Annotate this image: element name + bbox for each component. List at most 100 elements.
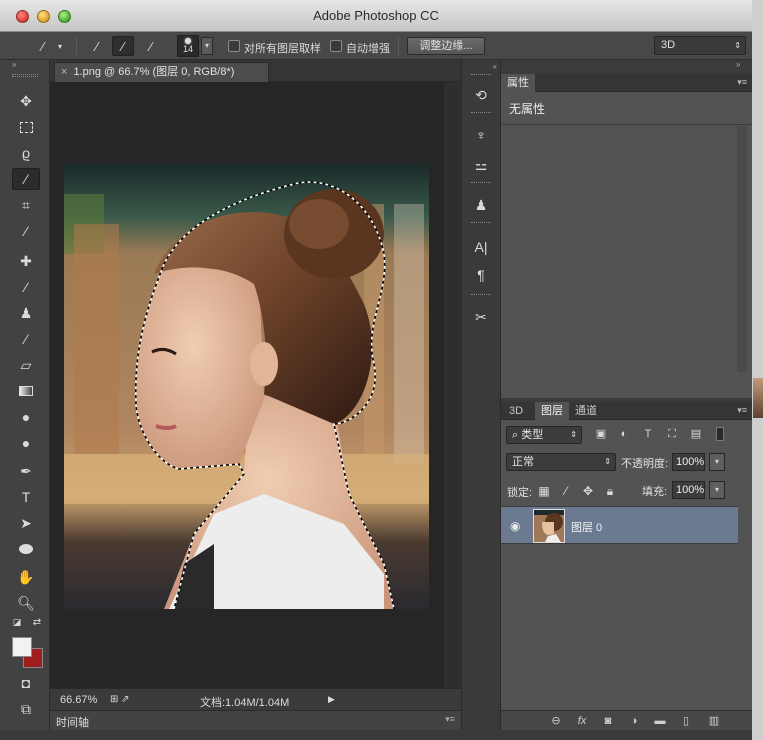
adjustments-icon[interactable]: ⚍ bbox=[469, 154, 493, 176]
blend-mode-select[interactable]: 正常 ⇕ bbox=[506, 453, 616, 471]
crop-icon[interactable]: ⌗ bbox=[12, 194, 40, 216]
document-tab[interactable]: × 1.png @ 66.7% (图层 0, RGB/8*) bbox=[54, 62, 269, 82]
tab-channels[interactable]: 通道 bbox=[569, 402, 603, 420]
tab-3d[interactable]: 3D bbox=[503, 402, 529, 420]
filter-toggle-icon[interactable] bbox=[716, 427, 724, 441]
fill-input[interactable]: 100% bbox=[672, 481, 705, 499]
paragraph-panel-icon[interactable]: ¶ bbox=[469, 264, 493, 286]
new-selection-brush-icon[interactable]: ⁄ bbox=[86, 36, 108, 56]
type-icon[interactable]: T bbox=[12, 486, 40, 508]
collapse-panels-icon[interactable]: » bbox=[736, 60, 740, 69]
vertical-scrollbar[interactable] bbox=[444, 82, 461, 688]
hand-icon[interactable]: ✋ bbox=[12, 566, 40, 588]
swap-colors-icon[interactable]: ⇄ bbox=[30, 616, 44, 628]
chevron-down-icon[interactable]: ▾ bbox=[54, 36, 66, 56]
status-icons[interactable]: ⊞ ⇗ bbox=[110, 694, 130, 705]
refine-edge-button[interactable]: 调整边缘... bbox=[407, 37, 485, 55]
lock-transparent-icon[interactable]: ▦ bbox=[537, 484, 551, 498]
auto-enhance-checkbox[interactable] bbox=[330, 40, 342, 52]
shape-filter-icon[interactable]: ⛶ bbox=[665, 427, 679, 441]
dodge-icon[interactable]: ● bbox=[12, 432, 40, 454]
default-colors-icon[interactable]: ◪ bbox=[10, 616, 24, 628]
panel-menu-icon[interactable]: ▾≡ bbox=[737, 405, 747, 416]
brush-presets-icon[interactable]: ♆ bbox=[469, 124, 493, 146]
opacity-input[interactable]: 100% bbox=[672, 453, 705, 471]
history-brush-icon[interactable]: ⁄ bbox=[12, 328, 40, 350]
tab-layers[interactable]: 图层 bbox=[535, 402, 569, 420]
lasso-icon[interactable]: ϱ bbox=[12, 142, 40, 164]
brush-size-picker[interactable]: 14 bbox=[177, 35, 199, 57]
lock-position-icon[interactable]: ✥ bbox=[581, 484, 595, 498]
quick-mask-icon[interactable]: ◘ bbox=[12, 672, 40, 694]
new-layer-icon[interactable]: ▯ bbox=[679, 714, 693, 728]
brush-picker-dropdown[interactable]: ▾ bbox=[201, 37, 213, 55]
panel-menu-icon[interactable]: ▾≡ bbox=[445, 714, 455, 725]
eyedropper-icon[interactable]: ⁄ bbox=[12, 220, 40, 242]
fill-dropdown[interactable]: ▾ bbox=[709, 481, 725, 499]
trash-icon[interactable]: ▥ bbox=[707, 714, 721, 728]
dock-grip[interactable] bbox=[471, 182, 491, 185]
clone-stamp-icon[interactable]: ♟ bbox=[12, 302, 40, 324]
toolbox-grip[interactable] bbox=[12, 74, 38, 77]
lock-all-icon[interactable]: 🔒︎ bbox=[603, 484, 617, 498]
character-panel-icon[interactable]: A| bbox=[469, 236, 493, 258]
history-panel-icon[interactable]: ⟲ bbox=[469, 84, 493, 106]
path-selection-icon[interactable]: ➤ bbox=[12, 512, 40, 534]
dock-grip[interactable] bbox=[471, 74, 491, 77]
timeline-panel-header[interactable]: 时间轴 ▾≡ bbox=[50, 710, 461, 730]
tab-properties[interactable]: 属性 bbox=[501, 74, 535, 92]
panel-menu-icon[interactable]: ▾≡ bbox=[737, 77, 747, 88]
document-image[interactable] bbox=[64, 164, 429, 609]
zoom-level[interactable]: 66.67% bbox=[60, 694, 97, 706]
dock-grip[interactable] bbox=[471, 112, 491, 115]
add-mask-icon[interactable]: ◙ bbox=[601, 714, 615, 728]
properties-scrollbar[interactable] bbox=[737, 126, 747, 372]
add-to-selection-brush-icon[interactable]: ⁄ bbox=[112, 36, 134, 56]
tool-preset-picker-icon[interactable]: ⁄ bbox=[32, 36, 54, 56]
move-tool-icon[interactable]: ✥ bbox=[12, 90, 40, 112]
close-tab-icon[interactable]: × bbox=[61, 66, 67, 78]
layer-name[interactable]: 图层 0 bbox=[571, 519, 602, 535]
pen-icon[interactable]: ✒ bbox=[12, 460, 40, 482]
dock-grip[interactable] bbox=[471, 294, 491, 297]
eye-icon[interactable]: ◉ bbox=[510, 519, 520, 533]
toolbox: » ✥ ϱ ⁄ ⌗ ⁄ ✚ ⁄ ♟ ⁄ ▱ ● ● ✒ T ➤ ✋ 🔍︎ ◪ ⇄… bbox=[0, 60, 50, 740]
desktop-background bbox=[752, 0, 763, 740]
expand-panels-icon[interactable]: « bbox=[493, 62, 497, 71]
adjustment-layer-icon[interactable]: ◑ bbox=[627, 714, 641, 728]
pixel-filter-icon[interactable]: ▣ bbox=[594, 427, 608, 441]
opacity-dropdown[interactable]: ▾ bbox=[709, 453, 725, 471]
spot-healing-icon[interactable]: ✚ bbox=[12, 250, 40, 272]
quick-selection-icon[interactable]: ⁄ bbox=[12, 168, 40, 190]
blur-icon[interactable]: ● bbox=[12, 406, 40, 428]
sample-all-layers-label: 对所有图层取样 bbox=[244, 43, 321, 55]
gradient-icon[interactable] bbox=[12, 380, 40, 402]
lock-image-icon[interactable]: ⁄ bbox=[559, 484, 573, 498]
ellipse-icon[interactable] bbox=[12, 538, 40, 560]
sample-all-layers-checkbox[interactable] bbox=[228, 40, 240, 52]
smart-object-filter-icon[interactable]: ▤ bbox=[689, 427, 703, 441]
layer-style-icon[interactable]: fx bbox=[575, 714, 589, 728]
dock-grip[interactable] bbox=[471, 222, 491, 225]
layer-row[interactable]: ◉ 图层 0 bbox=[501, 506, 738, 544]
screen-mode-icon[interactable]: ⧉ bbox=[12, 698, 40, 720]
brush-icon[interactable]: ⁄ bbox=[12, 276, 40, 298]
eraser-icon[interactable]: ▱ bbox=[12, 354, 40, 376]
status-menu-arrow-icon[interactable]: ▶ bbox=[328, 694, 335, 705]
new-group-icon[interactable]: ▬ bbox=[653, 714, 667, 728]
document-tab-title: 1.png @ 66.7% (图层 0, RGB/8*) bbox=[73, 66, 235, 78]
workspace-select[interactable]: 3D ⇕ bbox=[654, 36, 746, 55]
type-filter-icon[interactable]: T bbox=[641, 427, 655, 441]
adjustment-filter-icon[interactable]: ◐ bbox=[617, 427, 631, 441]
options-bar: ⁄ ▾ ⁄ ⁄ ⁄ 14 ▾ 对所有图层取样 自动增强 调整边缘... 3D ⇕ bbox=[0, 32, 752, 60]
clone-source-icon[interactable]: ♟ bbox=[469, 194, 493, 216]
toolbox-collapse-icon[interactable]: » bbox=[0, 60, 49, 70]
link-layers-icon[interactable]: ⊖ bbox=[549, 714, 563, 728]
filter-kind-select[interactable]: ⌕ 类型 ⇕ bbox=[506, 426, 582, 444]
subtract-from-selection-brush-icon[interactable]: ⁄ bbox=[140, 36, 162, 56]
tool-presets-icon[interactable]: ✂ bbox=[469, 306, 493, 328]
rectangular-marquee-icon[interactable] bbox=[12, 116, 40, 138]
foreground-color-swatch[interactable] bbox=[12, 637, 32, 657]
zoom-icon[interactable]: 🔍︎ bbox=[12, 592, 40, 614]
canvas-area[interactable] bbox=[50, 82, 444, 688]
